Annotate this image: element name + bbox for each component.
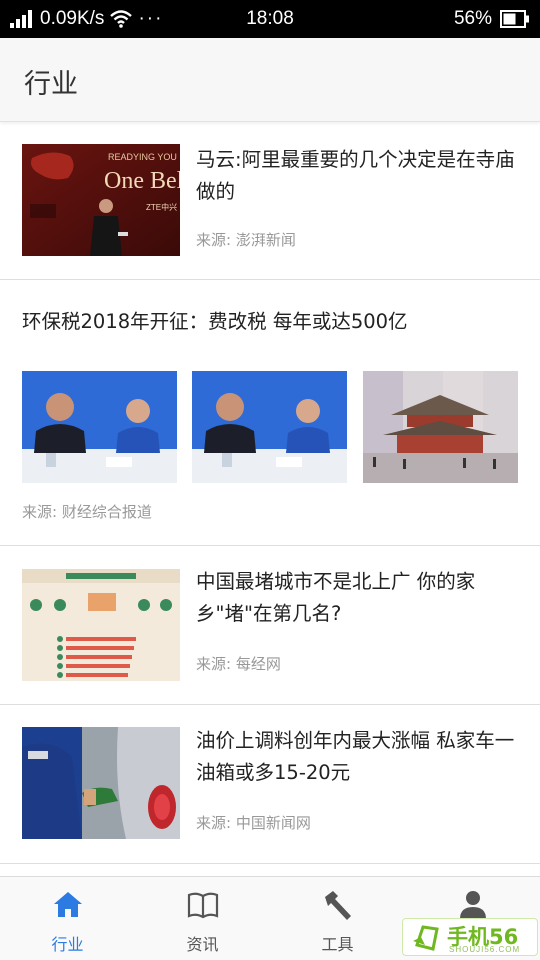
nav-label: 行业 bbox=[51, 935, 84, 954]
status-right: 56% bbox=[454, 8, 530, 30]
news-item[interactable]: 中国最堵城市不是北上广 你的家乡"堵"在第几名? 来源: 每经网 bbox=[0, 546, 540, 704]
news-source: 来源: 财经综合报道 bbox=[22, 503, 152, 521]
news-item[interactable]: READYING YOU One Bel ZTE中兴 马云:阿里最重要的几个决定… bbox=[0, 122, 540, 280]
press-conference-image bbox=[22, 371, 177, 483]
nav-item-industry[interactable]: 行业 bbox=[0, 877, 135, 960]
news-item[interactable]: 环保税2018年开征：费改税 每年或达500亿 来源: 财经综合报道 bbox=[0, 280, 540, 546]
news-item[interactable]: 油价上调料创年内最大涨幅 私家车一油箱或多15-20元 来源: 中国新闻网 bbox=[0, 705, 540, 863]
news-thumbnail: READYING YOU One Bel ZTE中兴 bbox=[22, 144, 180, 256]
news-thumbnail bbox=[22, 727, 180, 839]
news-source: 来源: 澎湃新闻 bbox=[196, 231, 296, 249]
nav-label: 资讯 bbox=[186, 935, 219, 954]
nav-item-news[interactable]: 资讯 bbox=[135, 877, 270, 960]
book-icon bbox=[187, 892, 218, 919]
app-header: 行业 bbox=[0, 38, 540, 122]
banner-brand: ZTE中兴 bbox=[146, 202, 177, 212]
nav-label: 工具 bbox=[321, 935, 354, 954]
page-title: 行业 bbox=[24, 69, 78, 100]
hammer-icon bbox=[324, 891, 351, 920]
news-source: 来源: 每经网 bbox=[196, 655, 281, 673]
fuel-pump-image bbox=[22, 727, 180, 839]
divider bbox=[0, 863, 540, 864]
banner-big-text: One Bel bbox=[104, 168, 180, 194]
banner-text: READYING YOU bbox=[108, 152, 177, 162]
battery-percent: 56% bbox=[453, 8, 492, 29]
temple-image bbox=[363, 371, 518, 483]
home-icon bbox=[53, 892, 82, 917]
press-conference-image bbox=[192, 371, 347, 483]
news-title[interactable]: 环保税2018年开征：费改税 每年或达500亿 bbox=[22, 305, 518, 334]
news-thumbnail bbox=[22, 371, 177, 483]
news-source: 来源: 中国新闻网 bbox=[196, 814, 311, 832]
watermark-subtext: SHOUJI56.COM bbox=[449, 945, 521, 954]
bottom-nav: 行业 资讯 工具 手机56 SHOUJI56.COM bbox=[0, 876, 540, 960]
news-title[interactable]: 中国最堵城市不是北上广 你的家乡"堵"在第几名? bbox=[196, 566, 522, 630]
news-title[interactable]: 油价上调料创年内最大涨幅 私家车一油箱或多15-20元 bbox=[196, 725, 522, 789]
news-title[interactable]: 马云:阿里最重要的几个决定是在寺庙做的 bbox=[196, 144, 522, 208]
battery-icon bbox=[500, 10, 529, 28]
person-icon bbox=[459, 891, 486, 919]
watermark: 手机56 SHOUJI56.COM bbox=[402, 918, 538, 956]
news-thumbnail bbox=[363, 371, 518, 483]
watermark-logo-icon bbox=[413, 925, 439, 951]
news-thumbnail bbox=[22, 569, 180, 681]
infographic-image bbox=[22, 569, 180, 681]
status-bar: 0.09K/s ··· 18:08 56% bbox=[0, 0, 540, 38]
nav-item-tools[interactable]: 工具 bbox=[270, 877, 405, 960]
news-thumbnail bbox=[192, 371, 347, 483]
conference-image: READYING YOU One Bel ZTE中兴 bbox=[22, 144, 180, 256]
